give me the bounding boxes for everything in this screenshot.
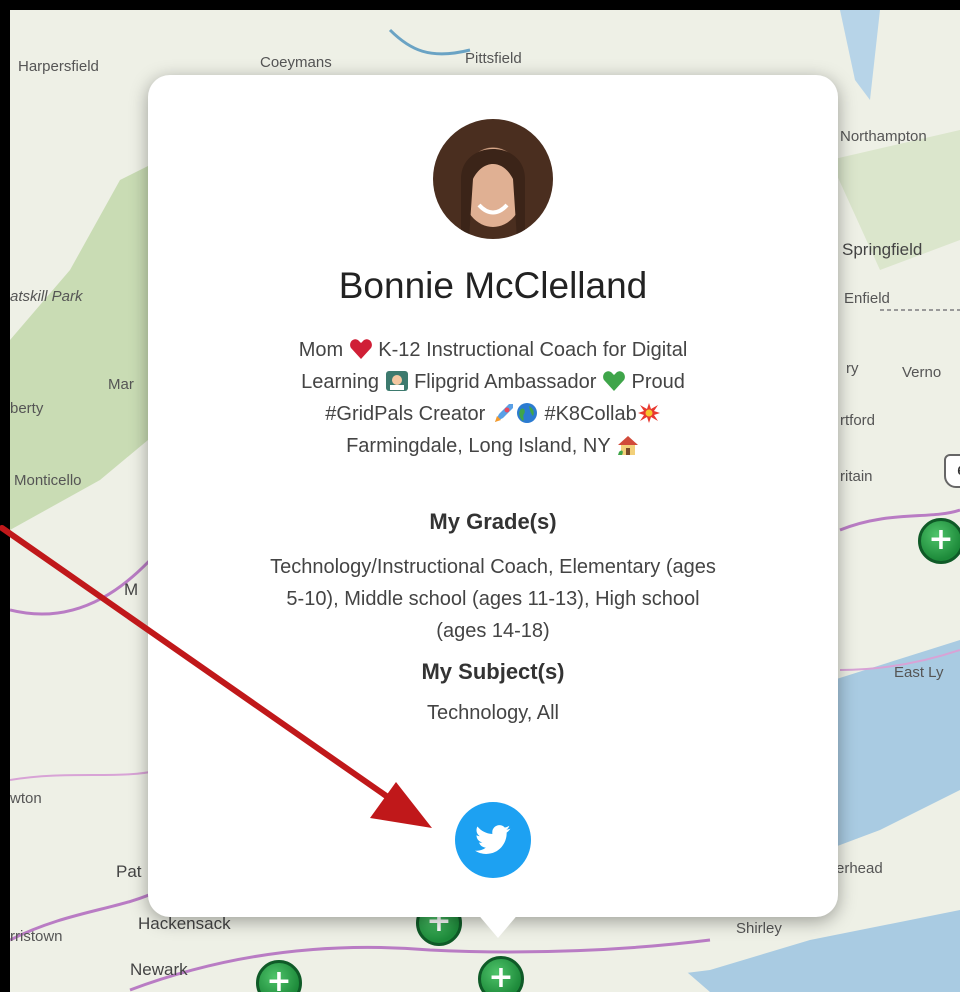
- place-label: Verno: [902, 364, 942, 381]
- teacher-icon: [385, 370, 409, 392]
- place-label: rtford: [840, 412, 876, 429]
- twitter-icon: [475, 825, 511, 854]
- place-label: Mar: [108, 376, 134, 393]
- bio-line: Learning Flipgrid Ambassador Proud: [301, 370, 685, 393]
- avatar: [433, 119, 553, 239]
- grades-heading: My Grade(s): [429, 509, 557, 534]
- place-label: wton: [10, 790, 42, 807]
- place-label: Shirley: [736, 920, 782, 937]
- heart-green-icon: [602, 370, 626, 392]
- collision-icon: [637, 402, 661, 424]
- profile-bio: Mom K-12 Instructional Coach for Digital…: [208, 334, 778, 462]
- place-label: Pittsfield: [465, 50, 522, 67]
- profile-popup: Bonnie McClelland Mom K-12 Instructional…: [148, 75, 838, 917]
- place-label: Harpersfield: [18, 58, 99, 75]
- profile-name: Bonnie McClelland: [338, 265, 648, 306]
- map-marker[interactable]: +: [918, 518, 960, 564]
- globe-icon: [515, 402, 539, 424]
- place-label: Monticello: [14, 472, 82, 489]
- place-label: Newark: [130, 960, 188, 979]
- place-label: Enfield: [844, 290, 890, 307]
- bio-line: Mom K-12 Instructional Coach for Digital: [298, 338, 688, 361]
- place-label: erhead: [836, 860, 883, 877]
- place-label: atskill Park: [10, 288, 83, 305]
- place-label: ritain: [840, 468, 873, 485]
- place-label: East Ly: [894, 664, 944, 681]
- place-label: rristown: [10, 928, 63, 945]
- subjects-heading: My Subject(s): [421, 659, 565, 684]
- bio-line: Farmingdale, Long Island, NY: [208, 430, 778, 462]
- twitter-button[interactable]: [455, 802, 531, 878]
- place-label: Hackensack: [138, 914, 231, 933]
- place-label: berty: [10, 400, 44, 417]
- house-icon: [616, 434, 640, 456]
- place-label: ry: [846, 360, 859, 377]
- heart-red-icon: [349, 338, 373, 360]
- place-label: Coeymans: [260, 54, 332, 71]
- rocket-icon: [491, 402, 515, 424]
- place-label: M: [124, 580, 139, 599]
- route-shield: 6: [944, 454, 960, 488]
- avatar-image: [461, 149, 525, 239]
- grades-text: Technology/Instructional Coach, Elementa…: [270, 556, 716, 642]
- subjects-text: Technology, All: [427, 702, 559, 724]
- bio-line: #GridPals Creator #K8Collab: [208, 398, 778, 430]
- place-label: Springfield: [842, 240, 923, 259]
- place-label: Pat: [116, 862, 142, 881]
- place-label: Northampton: [840, 128, 927, 145]
- popup-pointer: [476, 912, 520, 938]
